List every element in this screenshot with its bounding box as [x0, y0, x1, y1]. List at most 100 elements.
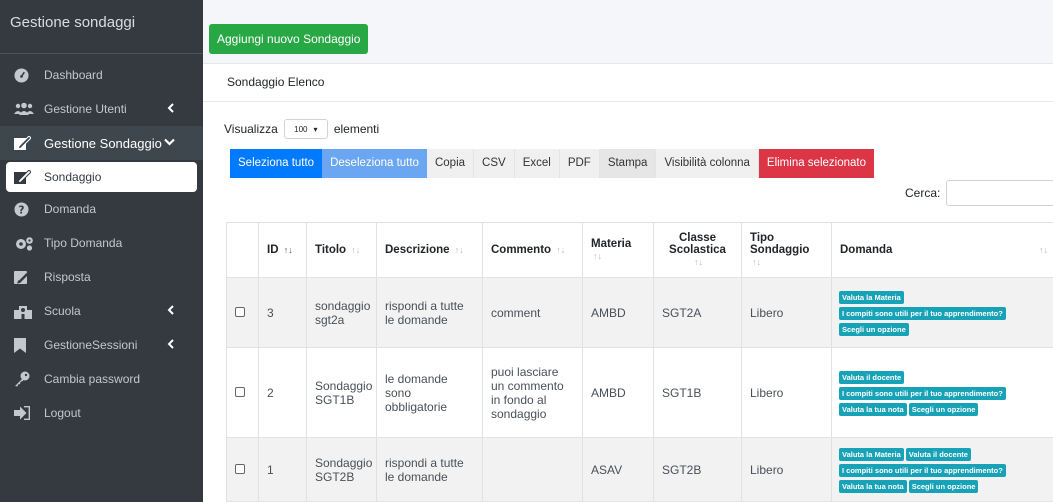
sidebar-item-label: Cambia password — [44, 372, 141, 386]
table-header-row: ID ↑↓ Titolo ↑↓ Descrizione ↑↓ Commento … — [226, 222, 1053, 278]
header-classe-scolastica[interactable]: Classe Scolastica ↑↓ — [653, 222, 742, 278]
header-titolo[interactable]: Titolo ↑↓ — [306, 222, 377, 278]
titolo-cell: Sondaggio SGT2B — [306, 437, 377, 502]
chevron-left-icon — [165, 304, 177, 316]
sidebar-item-domanda[interactable]: ? Domanda — [0, 192, 203, 226]
chevron-left-icon — [165, 102, 177, 114]
content-header: Aggiungi nuovo Sondaggio — [203, 0, 1053, 64]
chevron-left-icon — [165, 338, 177, 350]
header-label: Tipo — [750, 232, 775, 244]
tachometer-icon — [14, 67, 36, 83]
pen-square-icon — [14, 269, 36, 285]
sidebar-item-label: GestioneSessioni — [44, 338, 138, 352]
edit-icon — [14, 169, 36, 185]
users-icon — [14, 101, 36, 117]
question-badge: Scegli un opzione — [839, 322, 909, 336]
deselect-all-button[interactable]: Deseleziona tutto — [322, 149, 427, 178]
column-visibility-button[interactable]: Visibilità colonna — [656, 149, 759, 178]
descrizione-cell: le domande sono obbligatorie — [376, 347, 483, 438]
header-label: Descrizione — [385, 244, 450, 256]
sidebar-item-label: Gestione Sondaggio — [44, 135, 162, 151]
row-checkbox[interactable] — [235, 463, 245, 474]
tipo-cell: Libero — [741, 277, 832, 348]
header-descrizione[interactable]: Descrizione ↑↓ — [376, 222, 483, 278]
sort-icon: ↑↓ — [694, 257, 703, 267]
sidebar-item-label: Risposta — [44, 270, 91, 284]
materia-cell: AMBD — [582, 347, 654, 438]
question-badge: Valuta il docente — [839, 370, 905, 384]
sidebar-item-cambia-password[interactable]: Cambia password — [0, 362, 203, 396]
question-badge: I compiti sono utili per il tuo apprendi… — [839, 386, 1006, 400]
print-button[interactable]: Stampa — [599, 149, 657, 178]
sidebar-item-gestione-sondaggio[interactable]: Gestione Sondaggio — [0, 126, 203, 160]
school-icon — [14, 303, 36, 319]
sidebar-item-tipo-domanda[interactable]: Tipo Domanda — [0, 226, 203, 260]
commento-cell: comment — [482, 277, 583, 348]
page-length-select[interactable]: 100 ▾ — [283, 119, 328, 139]
table-row[interactable]: 2 Sondaggio SGT1B le domande sono obblig… — [226, 347, 1053, 438]
page-length-prefix: Visualizza — [224, 122, 278, 136]
domanda-cell: Valuta la Materia I compiti sono utili p… — [831, 277, 1053, 348]
copy-button[interactable]: Copia — [426, 149, 475, 178]
header-label: Titolo — [315, 244, 347, 256]
sidebar-item-gestione-utenti[interactable]: Gestione Utenti — [0, 92, 203, 126]
page-length-control: Visualizza 100 ▾ elementi — [224, 119, 379, 139]
question-badge: I compiti sono utili per il tuo apprendi… — [839, 306, 1006, 320]
header-tipo-sondaggio[interactable]: Tipo Sondaggio ↑↓ — [741, 222, 832, 278]
table-row[interactable]: 3 sondaggio sgt2a rispondi a tutte le do… — [226, 277, 1053, 348]
materia-cell: AMBD — [582, 277, 654, 348]
sidebar-item-sondaggio[interactable]: Sondaggio — [6, 162, 197, 192]
question-badge: Valuta il docente — [905, 447, 971, 461]
sidebar-item-label: Domanda — [44, 202, 97, 216]
header-label: Scolastica — [669, 244, 726, 256]
classe-cell: SGT1B — [653, 347, 742, 438]
svg-text:?: ? — [19, 204, 25, 216]
table-row[interactable]: 1 Sondaggio SGT2B rispondi a tutte le do… — [226, 437, 1053, 502]
sidebar-item-logout[interactable]: Logout — [0, 396, 203, 430]
header-id[interactable]: ID ↑↓ — [258, 222, 307, 278]
sidebar-item-risposta[interactable]: Risposta — [0, 260, 203, 294]
cogs-icon — [14, 235, 36, 251]
question-badge: Valuta la Materia — [839, 447, 904, 461]
descrizione-cell: rispondi a tutte le domande — [376, 277, 483, 348]
header-label: Domanda — [840, 244, 893, 256]
row-checkbox[interactable] — [235, 306, 245, 317]
header-domanda[interactable]: Domanda ↑↓ — [831, 222, 1053, 278]
search-input[interactable] — [946, 180, 1053, 206]
search-label: Cerca: — [905, 186, 941, 200]
header-materia[interactable]: Materia ↑↓ — [582, 222, 654, 278]
csv-button[interactable]: CSV — [474, 149, 515, 178]
table-buttons: Seleziona tutto Deseleziona tutto Copia … — [230, 149, 874, 178]
question-badge: I compiti sono utili per il tuo apprendi… — [839, 463, 1006, 477]
page-length-value: 100 — [294, 124, 308, 134]
sidebar-item-gestionesessioni[interactable]: GestioneSessioni — [0, 328, 203, 362]
select-all-button[interactable]: Seleziona tutto — [230, 149, 323, 178]
sort-icon: ↑↓ — [1039, 245, 1048, 255]
brand-title[interactable]: Gestione sondaggi — [0, 0, 203, 54]
sort-icon: ↑↓ — [593, 251, 602, 261]
sort-icon: ↑↓ — [556, 245, 566, 255]
materia-cell: ASAV — [582, 437, 654, 502]
question-badge: Valuta la tua nota — [839, 402, 907, 416]
header-label: Sondaggio — [750, 244, 810, 256]
survey-table: ID ↑↓ Titolo ↑↓ Descrizione ↑↓ Commento … — [226, 222, 1053, 502]
bookmark-icon — [14, 337, 36, 353]
question-badge: Valuta la tua nota — [839, 479, 907, 493]
domanda-cell: Valuta il docente I compiti sono utili p… — [831, 347, 1053, 438]
edit-icon — [14, 135, 36, 151]
commento-cell: puoi lasciare un commento in fondo al so… — [482, 347, 583, 438]
row-checkbox[interactable] — [235, 386, 245, 397]
sidebar-item-dashboard[interactable]: Dashboard — [0, 58, 203, 92]
add-survey-button[interactable]: Aggiungi nuovo Sondaggio — [209, 24, 369, 54]
pdf-button[interactable]: PDF — [559, 149, 600, 178]
domanda-cell: Valuta la Materia Valuta il docente I com… — [831, 437, 1053, 502]
sort-desc-icon: ↑↓ — [283, 245, 293, 255]
titolo-cell: sondaggio sgt2a — [306, 277, 377, 348]
commento-cell — [482, 437, 583, 502]
sidebar-item-scuola[interactable]: Scuola — [0, 294, 203, 328]
header-commento[interactable]: Commento ↑↓ — [482, 222, 583, 278]
key-icon — [14, 371, 36, 387]
classe-cell: SGT2A — [653, 277, 742, 348]
excel-button[interactable]: Excel — [514, 149, 560, 178]
delete-selected-button[interactable]: Elimina selezionato — [758, 149, 874, 178]
